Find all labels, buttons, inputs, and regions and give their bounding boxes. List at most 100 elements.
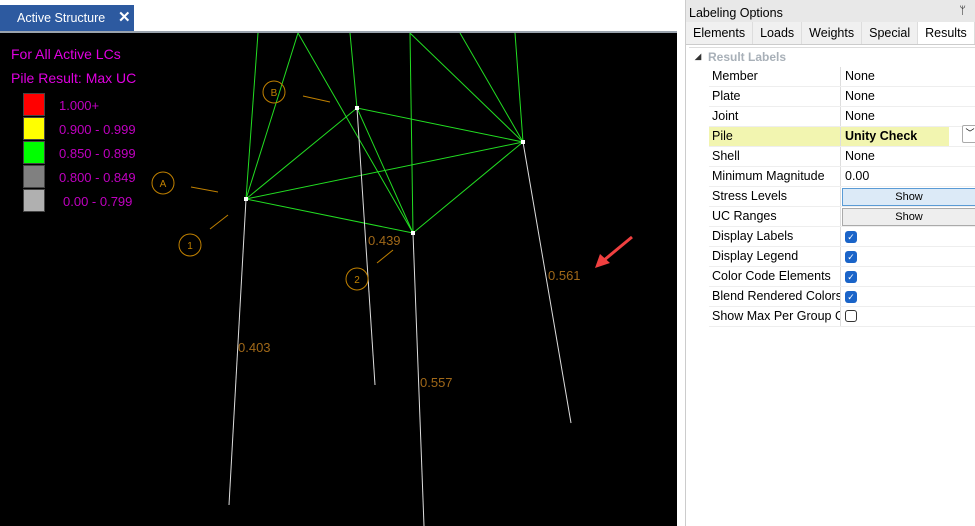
labeling-options-panel: Labeling Options ᛘ Elements Loads Weights S… (685, 0, 975, 526)
display-legend-checkbox[interactable]: ✓ (845, 251, 857, 263)
property-label: Pile (709, 127, 841, 146)
tab-active-structure[interactable]: Active Structure ✕ (0, 5, 134, 31)
brace-member (409, 33, 524, 143)
leg-member (245, 33, 259, 200)
property-label: Color Code Elements (709, 267, 841, 286)
document-tab-bar: Active Structure ✕ (0, 0, 680, 33)
tab-title: Active Structure (17, 11, 106, 25)
marker-label: 2 (354, 275, 360, 286)
property-value: ✓ (841, 247, 975, 266)
show-max-per-group-or-checkbox[interactable] (845, 310, 857, 322)
brace-member (245, 198, 414, 234)
joint (244, 197, 248, 201)
leg-member (459, 33, 524, 143)
marker-label: 1 (187, 241, 193, 252)
property-value: ✓ (841, 267, 975, 286)
legend-swatch (23, 189, 45, 212)
property-label: Shell (709, 147, 841, 166)
property-label: Show Max Per Group Or (709, 307, 841, 326)
pile-dropdown-chevron-icon[interactable]: ﹀ (962, 125, 975, 143)
property-row-show-max-per-group-or: Show Max Per Group Or (709, 307, 975, 327)
uc-ranges-show-button[interactable]: Show (842, 208, 975, 226)
panel-tabs: Elements Loads Weights Special Results (686, 22, 975, 45)
property-row-blend-rendered-colors: Blend Rendered Colors ✓ (709, 287, 975, 307)
structure-viewport[interactable]: A B 1 2 0.439 0.403 0.557 0.561 For All … (0, 33, 677, 526)
plate-value[interactable]: None (841, 87, 975, 106)
property-value: ✓ (841, 227, 975, 246)
property-row-pile: Pile Unity Check (709, 127, 975, 147)
tab-results[interactable]: Results (918, 22, 975, 44)
property-value: Show (841, 187, 975, 206)
panel-title: Labeling Options (689, 6, 783, 20)
legend-swatch (23, 93, 45, 116)
property-row-display-labels: Display Labels ✓ (709, 227, 975, 247)
property-row-uc-ranges: UC Ranges Show (709, 207, 975, 227)
legend-range-label: 0.850 - 0.899 (59, 146, 136, 161)
panel-title-bar: Labeling Options ᛘ (686, 0, 975, 22)
pile-uc-value: 0.561 (548, 268, 581, 283)
property-value: Show (841, 207, 975, 226)
property-label: Joint (709, 107, 841, 126)
tab-loads[interactable]: Loads (753, 22, 803, 44)
property-row-stress-levels: Stress Levels Show (709, 187, 975, 207)
blend-rendered-colors-checkbox[interactable]: ✓ (845, 291, 857, 303)
property-row-display-legend: Display Legend ✓ (709, 247, 975, 267)
marker-label: A (160, 179, 167, 190)
pile-uc-value: 0.403 (238, 340, 271, 355)
legend-swatch (23, 165, 45, 188)
member-value[interactable]: None (841, 67, 975, 86)
joint (355, 106, 359, 110)
brace-member (412, 141, 524, 234)
legend-swatch (23, 141, 45, 164)
legend-range-label: 1.000+ (59, 98, 100, 113)
brace-member (356, 107, 414, 234)
joint-value[interactable]: None (841, 107, 975, 126)
pile-value[interactable]: Unity Check (841, 127, 949, 146)
property-label: Stress Levels (709, 187, 841, 206)
display-labels-checkbox[interactable]: ✓ (845, 231, 857, 243)
leg-member (349, 33, 358, 109)
joint (521, 140, 525, 144)
pile-uc-value: 0.557 (420, 375, 453, 390)
legend-range-label: 0.900 - 0.999 (59, 122, 136, 137)
stress-levels-show-button[interactable]: Show (842, 188, 975, 206)
leg-member (409, 33, 414, 234)
property-row-joint: Joint None (709, 107, 975, 127)
property-label: Display Labels (709, 227, 841, 246)
property-label: Plate (709, 87, 841, 106)
property-value (841, 307, 975, 326)
shell-value[interactable]: None (841, 147, 975, 166)
tab-weights[interactable]: Weights (802, 22, 863, 44)
minimum-magnitude-value[interactable]: 0.00 (841, 167, 975, 186)
brace-member (297, 33, 414, 234)
leg-member (245, 33, 299, 200)
property-row-color-code-elements: Color Code Elements ✓ (709, 267, 975, 287)
property-label: Blend Rendered Colors (709, 287, 841, 306)
property-row-shell: Shell None (709, 147, 975, 167)
leg-member (514, 33, 524, 143)
tab-special[interactable]: Special (862, 22, 919, 44)
property-label: UC Ranges (709, 207, 841, 226)
legend-range-label: 0.800 - 0.849 (59, 170, 136, 185)
color-code-elements-checkbox[interactable]: ✓ (845, 271, 857, 283)
property-label: Display Legend (709, 247, 841, 266)
collapse-triangle-icon: ◢ (695, 52, 702, 61)
marker-label: B (271, 88, 278, 99)
close-icon[interactable]: ✕ (118, 8, 131, 26)
property-value: ✓ (841, 287, 975, 306)
legend-line-2: Pile Result: Max UC (11, 70, 137, 86)
legend-line-1: For All Active LCs (11, 46, 121, 62)
property-row-member: Member None (709, 67, 975, 87)
structure-drawing: A B 1 2 0.439 0.403 0.557 0.561 (151, 33, 633, 526)
property-row-minimum-magnitude: Minimum Magnitude 0.00 (709, 167, 975, 187)
property-label: Minimum Magnitude (709, 167, 841, 186)
pile-uc-value: 0.439 (368, 233, 401, 248)
property-label: Member (709, 67, 841, 86)
property-grid: ◢ Result Labels Member None Plate None Joint N… (689, 47, 975, 327)
section-result-labels[interactable]: ◢ Result Labels (689, 48, 975, 67)
property-row-plate: Plate None (709, 87, 975, 107)
tab-elements[interactable]: Elements (686, 22, 754, 44)
legend-swatch (23, 117, 45, 140)
pin-icon[interactable]: ᛘ (959, 5, 966, 17)
legend-range-label: 0.00 - 0.799 (63, 194, 133, 209)
